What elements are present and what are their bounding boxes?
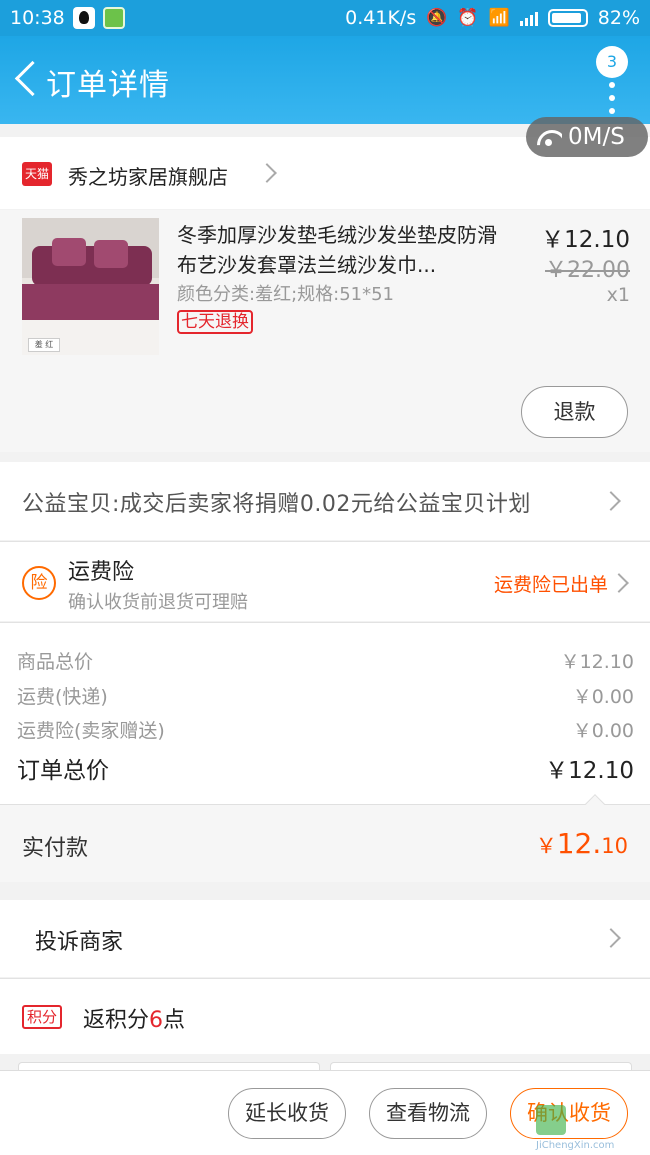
price-summary: 商品总价 ￥12.10 运费(快递) ￥0.00 运费险(卖家赠送) ￥0.00… — [0, 622, 650, 804]
chevron-right-icon — [601, 928, 621, 948]
watermark-logo — [536, 1105, 566, 1135]
order-total-value: ￥12.10 — [545, 758, 634, 784]
more-menu-button[interactable]: 3 — [592, 46, 628, 116]
page-title: 订单详情 — [46, 68, 170, 103]
summary-value: ￥0.00 — [572, 686, 634, 708]
product-original-price: ￥22.00 — [545, 258, 630, 283]
insurance-subtitle: 确认收货前退货可理赔 — [68, 592, 248, 613]
back-button[interactable] — [8, 58, 48, 102]
summary-label: 商品总价 — [17, 651, 94, 673]
refund-button[interactable]: 退款 — [521, 386, 628, 438]
summary-value: ￥12.10 — [560, 651, 634, 673]
chevron-right-icon — [601, 491, 621, 511]
clock: 10:38 — [10, 7, 65, 29]
product-title: 冬季加厚沙发垫毛绒沙发坐垫皮防滑布艺沙发套罩法兰绒沙发巾... — [177, 223, 497, 277]
battery-icon — [547, 9, 588, 27]
battery-level: 82% — [597, 7, 640, 29]
summary-value: ￥0.00 — [572, 720, 634, 742]
complain-merchant-row[interactable]: 投诉商家 — [0, 900, 650, 977]
chevron-right-icon — [609, 573, 629, 593]
net-speed: 0.41K/s — [345, 7, 417, 29]
cell-signal-icon — [519, 10, 538, 26]
paid-amount-row: 实付款 ￥12.10 — [0, 794, 650, 882]
product-item[interactable]: 羞 红 冬季加厚沙发垫毛绒沙发坐垫皮防滑布艺沙发套罩法兰绒沙发巾... 颜色分类… — [0, 210, 650, 452]
more-dots-icon — [609, 82, 615, 121]
product-quantity: x1 — [606, 284, 630, 306]
product-price: ￥12.10 — [541, 227, 630, 253]
paid-label: 实付款 — [22, 836, 89, 861]
product-image-tag: 羞 红 — [28, 338, 60, 352]
summary-row: 商品总价 ￥12.10 — [17, 647, 634, 674]
extend-receipt-button[interactable]: 延长收货 — [228, 1088, 346, 1139]
app-header: 订单详情 3 — [0, 36, 650, 124]
points-row: 积分 返积分6点 — [0, 978, 650, 1054]
alarm-icon: ⏰ — [457, 8, 479, 28]
summary-row: 运费险(卖家赠送) ￥0.00 — [17, 716, 634, 743]
speed-text: 0M/S — [568, 124, 625, 150]
order-total-row: 订单总价 ￥12.10 — [17, 751, 634, 785]
qq-icon — [72, 7, 95, 29]
shop-name: 秀之坊家居旗舰店 — [68, 165, 228, 189]
order-total-label: 订单总价 — [17, 758, 109, 784]
watermark: JiChengXin.com — [536, 1105, 646, 1153]
chevron-right-icon — [257, 163, 277, 183]
summary-label: 运费险(卖家赠送) — [17, 720, 165, 742]
mute-icon: 🔕 — [426, 8, 448, 28]
summary-row: 运费(快递) ￥0.00 — [17, 682, 634, 709]
summary-label: 运费(快递) — [17, 686, 108, 708]
complain-label: 投诉商家 — [35, 930, 124, 955]
points-badge: 积分 — [22, 1005, 63, 1029]
wifi-icon: 📶 — [488, 8, 510, 28]
insurance-title: 运费险 — [68, 560, 135, 585]
product-sku: 颜色分类:羞红;规格:51*51 — [177, 284, 395, 305]
wifi-icon — [536, 128, 562, 146]
charity-text: 公益宝贝:成交后卖家将捐赠0.02元给公益宝贝计划 — [22, 492, 531, 517]
shipping-insurance-row[interactable]: 险 运费险 确认收货前退货可理赔 运费险已出单 — [0, 541, 650, 621]
product-image[interactable]: 羞 红 — [22, 218, 159, 355]
points-text: 返积分6点 — [83, 1008, 186, 1033]
status-bar: 10:38 0.41K/s 🔕 ⏰ 📶 82% — [0, 0, 650, 36]
paid-amount: ￥12.10 — [535, 827, 628, 860]
notification-badge: 3 — [596, 46, 628, 78]
wechat-icon — [102, 7, 125, 29]
charity-row[interactable]: 公益宝贝:成交后卖家将捐赠0.02元给公益宝贝计划 — [0, 462, 650, 540]
insurance-status: 运费险已出单 — [493, 574, 608, 596]
service-tag: 七天退换 — [177, 310, 253, 334]
network-speed-overlay[interactable]: 0M/S — [526, 117, 648, 157]
tmall-badge: 天猫 — [22, 162, 52, 186]
view-logistics-button[interactable]: 查看物流 — [369, 1088, 487, 1139]
insurance-icon: 险 — [22, 566, 56, 600]
